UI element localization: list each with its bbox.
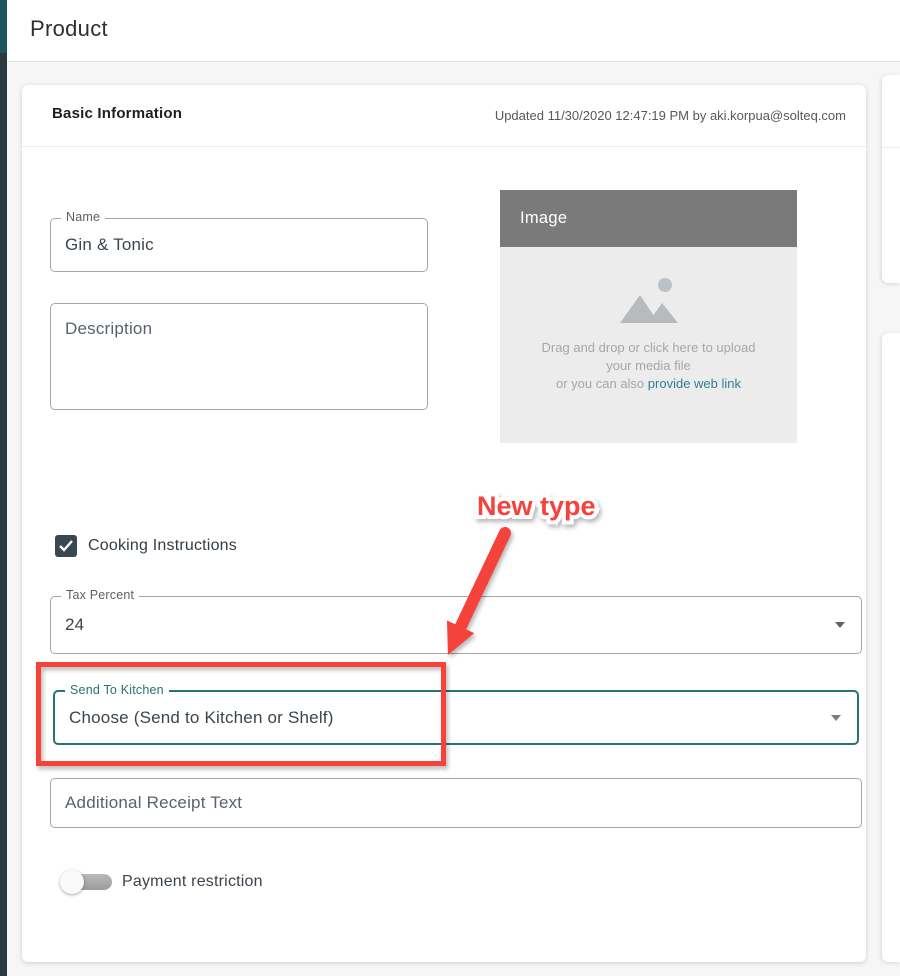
updated-timestamp: Updated 11/30/2020 12:47:19 PM by aki.ko… [495, 108, 846, 123]
dropdown-caret-icon[interactable] [835, 622, 845, 628]
image-upload-hint: Drag and drop or click here to upload yo… [542, 339, 756, 393]
additional-receipt-text-input[interactable] [51, 779, 861, 827]
hint-line-1: Drag and drop or click here to upload [542, 340, 756, 355]
basic-information-card: Basic Information Updated 11/30/2020 12:… [22, 85, 866, 962]
name-input[interactable] [51, 219, 427, 271]
send-to-kitchen-select[interactable]: Send To Kitchen Choose (Send to Kitchen … [53, 690, 859, 745]
section-title: Basic Information [52, 105, 182, 122]
right-panel-sliver-bottom [882, 333, 900, 962]
left-sidebar-edge [0, 53, 7, 976]
left-accent-bar-teal [0, 0, 7, 53]
description-field[interactable] [50, 303, 428, 410]
toggle-thumb[interactable] [60, 870, 84, 894]
name-field-label: Name [61, 210, 105, 224]
cooking-instructions-row[interactable]: Cooking Instructions [55, 535, 237, 557]
tax-percent-value: 24 [65, 597, 84, 653]
top-header-bar: Product [0, 0, 900, 62]
image-panel-header: Image [500, 190, 797, 247]
card-header-divider [22, 146, 866, 147]
tax-percent-select[interactable]: Tax Percent 24 [50, 596, 862, 654]
name-field[interactable]: Name [50, 218, 428, 272]
payment-restriction-label: Payment restriction [122, 873, 263, 891]
cooking-instructions-checkbox[interactable] [55, 535, 77, 557]
hint-line-3-prefix: or you can also [556, 376, 648, 391]
checkmark-icon [59, 540, 73, 552]
send-to-kitchen-value: Choose (Send to Kitchen or Shelf) [69, 692, 334, 743]
dropdown-caret-icon[interactable] [831, 715, 841, 721]
payment-restriction-toggle[interactable] [60, 868, 112, 896]
right-panel-divider [882, 147, 900, 148]
image-dropzone[interactable]: Drag and drop or click here to upload yo… [500, 247, 797, 443]
hint-line-2: your media file [606, 358, 691, 373]
product-edit-screen: Product Basic Information Updated 11/30/… [0, 0, 900, 976]
provide-web-link[interactable]: provide web link [648, 376, 741, 391]
payment-restriction-row: Payment restriction [60, 868, 263, 896]
image-placeholder-icon [618, 275, 680, 327]
cooking-instructions-label: Cooking Instructions [88, 537, 237, 555]
image-panel-title: Image [520, 209, 567, 228]
page-title: Product [30, 16, 108, 42]
additional-receipt-text-field[interactable] [50, 778, 862, 828]
description-input[interactable] [51, 304, 427, 409]
right-panel-sliver-top [882, 75, 900, 283]
image-upload-panel: Image Drag and drop or click here to upl… [500, 190, 797, 443]
